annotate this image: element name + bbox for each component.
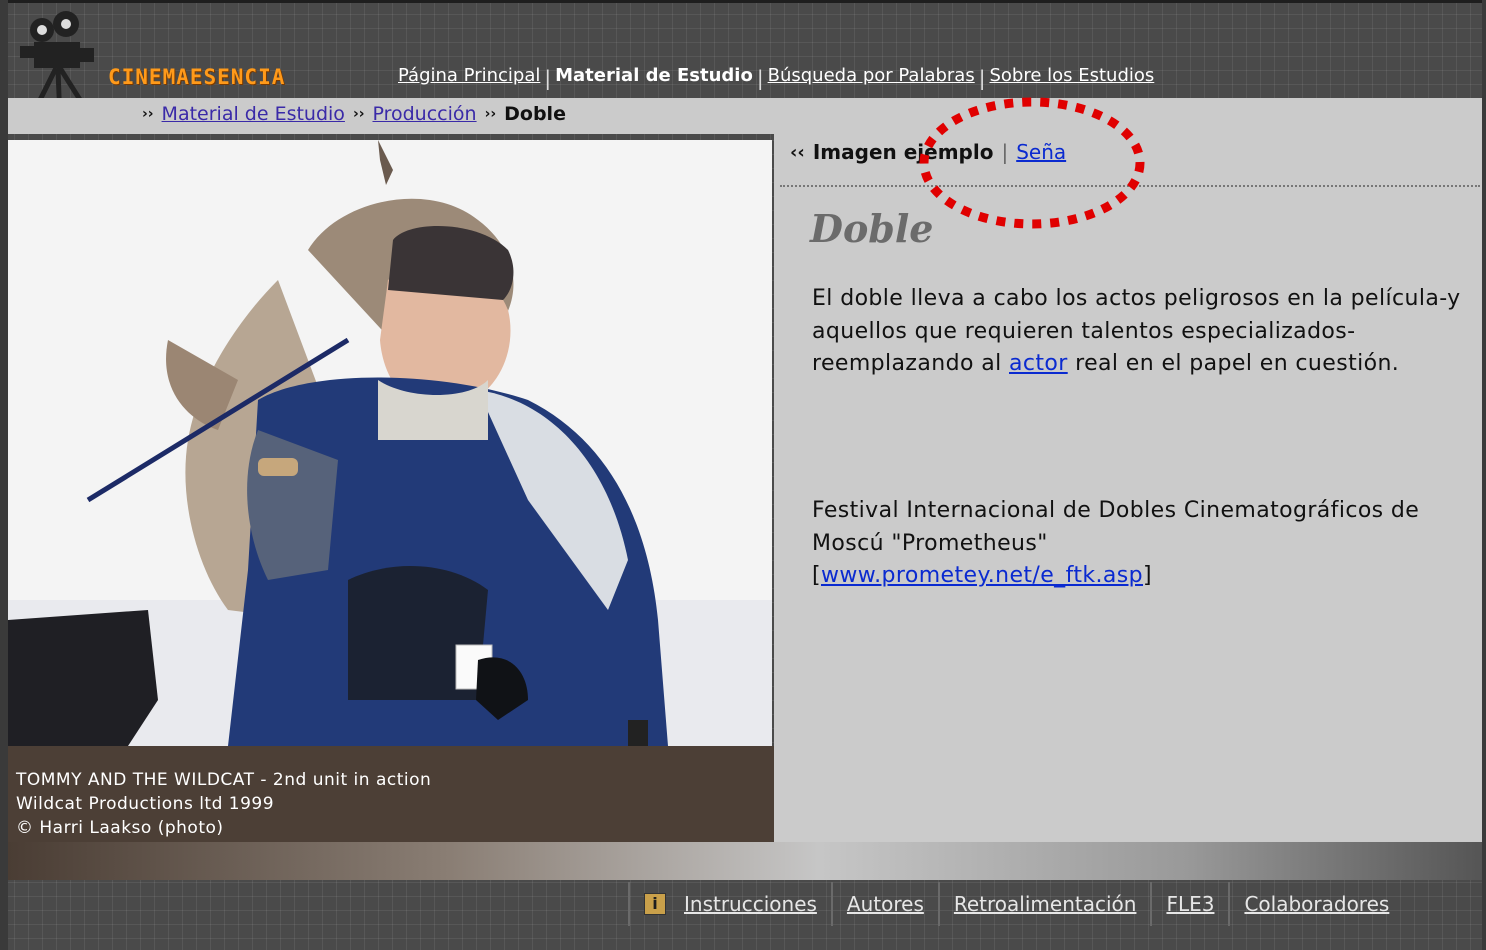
back-arrow-icon: ‹‹ — [790, 141, 805, 163]
info-icon: i — [644, 893, 666, 915]
stuntman-with-lynx-photo — [8, 140, 772, 746]
festival-text: Festival Internacional de Dobles Cinemat… — [812, 498, 1420, 556]
footer-link-colaboradores[interactable]: Colaboradores — [1244, 892, 1389, 916]
prometey-link[interactable]: www.prometey.net/e_ftk.asp — [821, 563, 1143, 588]
festival-reference: Festival Internacional de Dobles Cinemat… — [812, 498, 1420, 588]
photo-caption: TOMMY AND THE WILDCAT - 2nd unit in acti… — [8, 746, 774, 842]
footer-item-instrucciones[interactable]: i Instrucciones — [628, 882, 831, 926]
definition-text-end: real en el papel en cuestión. — [1067, 351, 1400, 376]
actor-link[interactable]: actor — [1009, 351, 1068, 376]
nav-separator: | — [544, 66, 552, 90]
breadcrumb: ›› Material de Estudio ›› Producción ›› … — [142, 103, 566, 125]
breadcrumb-arrow-icon: ›› — [484, 106, 497, 122]
red-dotted-highlight-ellipse — [918, 96, 1146, 230]
nav-separator: | — [978, 66, 986, 90]
footer-link-instrucciones[interactable]: Instrucciones — [684, 892, 817, 916]
definition-text: El doble lleva a cabo los actos peligros… — [812, 283, 1462, 381]
caption-line-3: © Harri Laakso (photo) — [16, 818, 224, 838]
window-right-border — [1482, 0, 1486, 950]
footer-item-colaboradores[interactable]: Colaboradores — [1228, 882, 1403, 926]
breadcrumb-material-de-estudio[interactable]: Material de Estudio — [162, 103, 345, 125]
caption-line-2: Wildcat Productions ltd 1999 — [16, 794, 275, 814]
breadcrumb-current-doble: Doble — [504, 103, 566, 125]
footer-link-retroalimentacion[interactable]: Retroalimentación — [954, 892, 1137, 916]
breadcrumb-arrow-icon: ›› — [142, 106, 154, 122]
footer-link-autores[interactable]: Autores — [847, 892, 924, 916]
site-logo-text[interactable]: CINEMAESENCIA — [108, 65, 285, 89]
nav-busqueda-por-palabras[interactable]: Búsqueda por Palabras — [768, 65, 975, 86]
main-navigation: Página Principal | Material de Estudio |… — [398, 60, 1154, 91]
nav-material-de-estudio[interactable]: Material de Estudio — [555, 65, 753, 86]
caption-line-1: TOMMY AND THE WILDCAT - 2nd unit in acti… — [16, 770, 432, 790]
footer-link-fle3[interactable]: FLE3 — [1166, 892, 1214, 916]
window-left-border — [0, 0, 8, 950]
footer-item-autores[interactable]: Autores — [830, 882, 938, 926]
nav-separator: | — [756, 66, 764, 90]
footer-item-fle3[interactable]: FLE3 — [1150, 882, 1228, 926]
breadcrumb-arrow-icon: ›› — [352, 106, 365, 122]
footer-item-retroalimentacion[interactable]: Retroalimentación — [937, 882, 1151, 926]
footer-navigation: i Instrucciones Autores Retroalimentació… — [628, 882, 1403, 926]
window-top-border — [0, 0, 1486, 3]
nav-pagina-principal[interactable]: Página Principal — [398, 65, 540, 86]
nav-sobre-los-estudios[interactable]: Sobre los Estudios — [989, 65, 1154, 86]
page-title: Doble — [810, 206, 934, 251]
footer-gradient-bar — [8, 842, 1482, 880]
breadcrumb-produccion[interactable]: Producción — [372, 103, 476, 125]
